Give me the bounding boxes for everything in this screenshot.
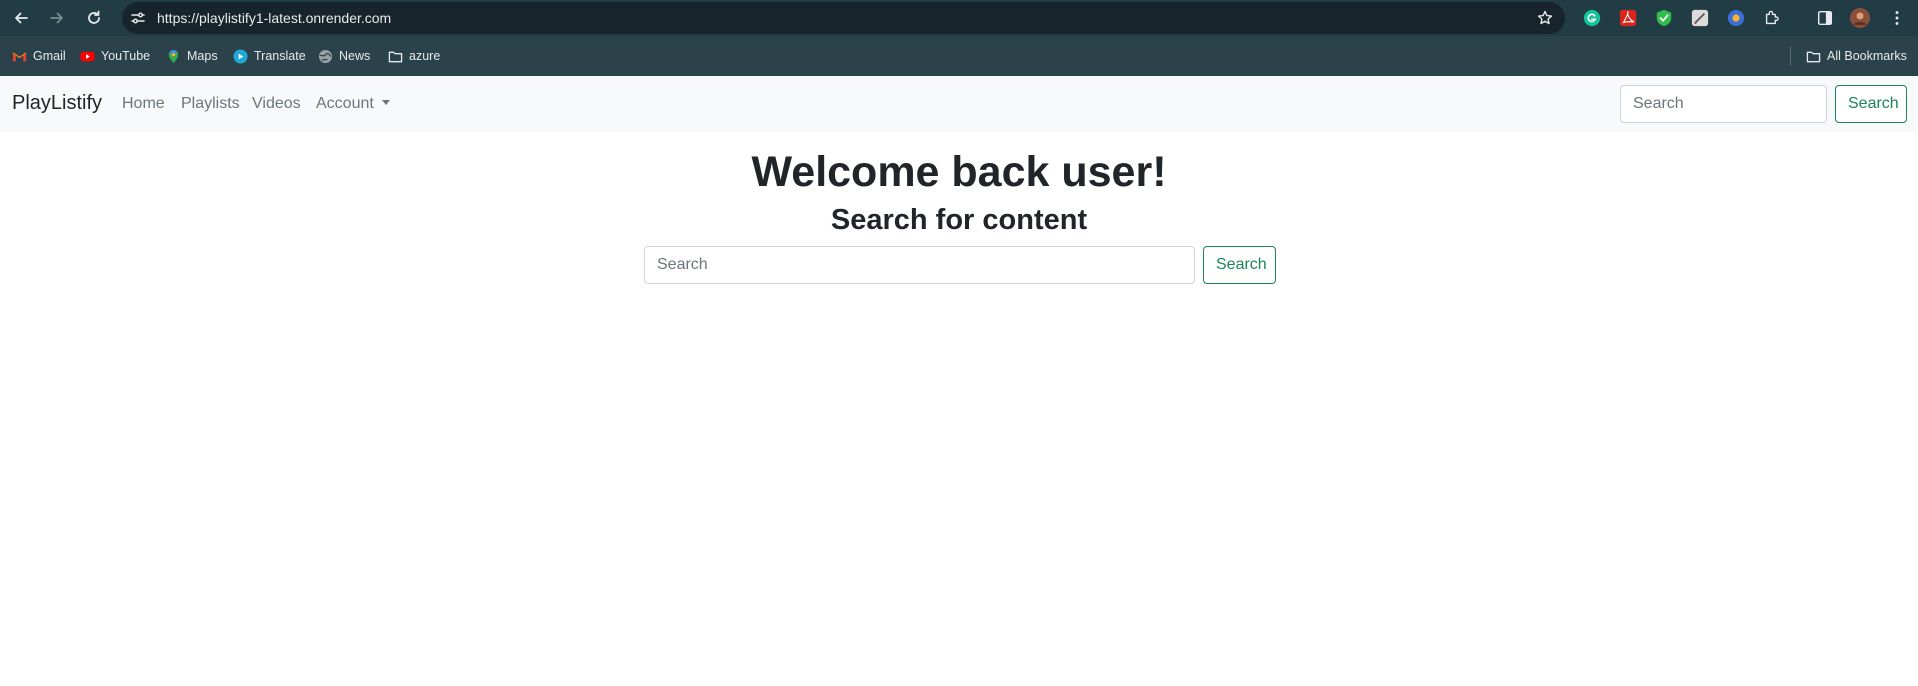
nav-videos[interactable]: Videos: [252, 95, 301, 113]
brand-logo[interactable]: PlayListify: [12, 92, 102, 115]
bookmark-maps[interactable]: Maps: [166, 47, 218, 65]
bookmark-star-icon[interactable]: [1537, 10, 1553, 26]
news-icon: [318, 49, 333, 64]
bookmark-label: Translate: [254, 49, 306, 63]
chevron-down-icon: [381, 100, 390, 105]
bookmarks-divider: [1790, 46, 1791, 66]
reload-icon[interactable]: [82, 6, 106, 30]
welcome-heading: Welcome back user!: [751, 148, 1167, 196]
browser-menu-icon[interactable]: [1887, 8, 1907, 28]
folder-icon: [1806, 49, 1821, 64]
navbar-search-button[interactable]: Search: [1835, 85, 1907, 123]
acrobat-icon[interactable]: [1618, 8, 1638, 28]
bookmarks-bar: Gmail YouTube Maps Translate News azure: [0, 36, 1918, 76]
app-navbar: PlayListify Home Playlists Videos Accoun…: [0, 76, 1918, 132]
url-text[interactable]: https://playlistify1-latest.onrender.com: [157, 10, 391, 26]
bookmark-label: News: [339, 49, 371, 63]
bookmark-gmail[interactable]: Gmail: [12, 47, 66, 65]
shield-icon[interactable]: [1654, 8, 1674, 28]
all-bookmarks-button[interactable]: All Bookmarks: [1806, 47, 1907, 65]
extensions-puzzle-icon[interactable]: [1762, 8, 1782, 28]
profile-avatar-icon[interactable]: [1850, 8, 1870, 28]
youtube-icon: [80, 49, 95, 64]
bookmark-label: azure: [409, 49, 441, 63]
nav-home[interactable]: Home: [122, 95, 165, 113]
search-heading: Search for content: [830, 204, 1088, 236]
bookmark-label: YouTube: [101, 49, 151, 63]
content-search-button[interactable]: Search: [1203, 246, 1276, 284]
maps-icon: [166, 49, 181, 64]
bookmark-label: Gmail: [33, 49, 66, 63]
address-bar[interactable]: https://playlistify1-latest.onrender.com: [122, 2, 1565, 34]
browser-toolbar: https://playlistify1-latest.onrender.com: [0, 0, 1918, 36]
navbar-search-input[interactable]: [1620, 85, 1827, 123]
nav-playlists[interactable]: Playlists: [181, 95, 240, 113]
side-panel-icon[interactable]: [1815, 8, 1835, 28]
site-info-icon[interactable]: [130, 10, 146, 26]
nav-account-dropdown[interactable]: Account: [316, 95, 390, 113]
bookmark-folder-azure[interactable]: azure: [388, 47, 440, 65]
back-icon[interactable]: [9, 6, 33, 30]
pen-extension-icon[interactable]: [1690, 8, 1710, 28]
all-bookmarks-label: All Bookmarks: [1827, 49, 1907, 63]
content-search-input[interactable]: [644, 246, 1195, 284]
sun-extension-icon[interactable]: [1726, 8, 1746, 28]
gmail-icon: [12, 49, 27, 64]
bookmark-label: Maps: [187, 49, 218, 63]
nav-account-label: Account: [316, 95, 374, 112]
forward-icon[interactable]: [45, 6, 69, 30]
translate-icon: [233, 48, 248, 64]
grammarly-icon[interactable]: [1582, 8, 1602, 28]
bookmark-youtube[interactable]: YouTube: [80, 47, 150, 65]
folder-icon: [388, 49, 403, 64]
bookmark-translate[interactable]: Translate: [233, 47, 306, 65]
bookmark-news[interactable]: News: [318, 47, 370, 65]
